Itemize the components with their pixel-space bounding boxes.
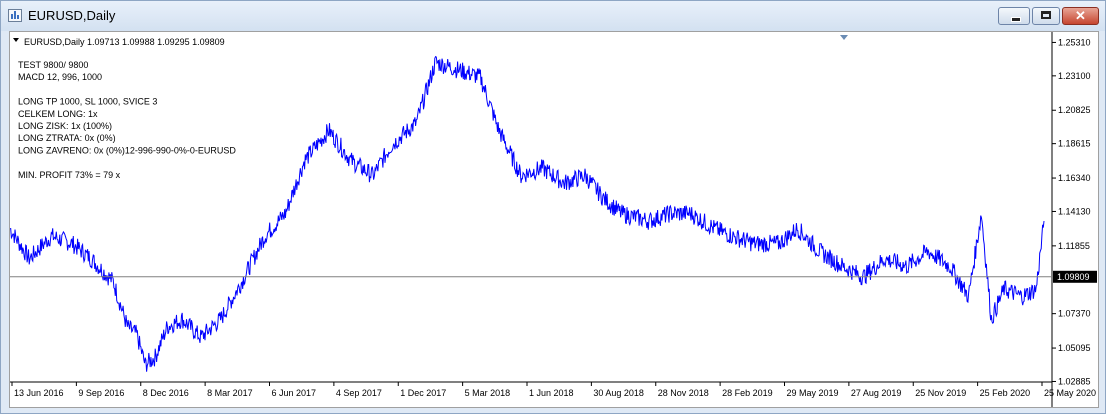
time-tick-label: 13 Jun 2016 xyxy=(14,388,64,398)
chart-shift-marker-icon[interactable] xyxy=(840,35,848,40)
time-tick-label: 5 Mar 2018 xyxy=(465,388,511,398)
info-line: MIN. PROFIT 73% = 79 x xyxy=(18,170,121,180)
close-icon: ✕ xyxy=(1075,8,1086,23)
info-panel: TEST 9800/ 9800 MACD 12, 996, 1000 LONG TP… xyxy=(18,60,236,180)
price-tick-label: 1.14130 xyxy=(1058,206,1091,216)
price-series xyxy=(10,55,1045,372)
price-line xyxy=(10,55,1045,372)
minimize-button[interactable] xyxy=(998,7,1030,25)
time-tick-label: 1 Dec 2017 xyxy=(400,388,446,398)
current-price-label: 1.09809 xyxy=(1057,272,1090,282)
window-title: EURUSD,Daily xyxy=(28,8,116,23)
chart-header: EURUSD,Daily 1.09713 1.09988 1.09295 1.0… xyxy=(24,37,225,47)
info-line: CELKEM LONG: 1x xyxy=(18,109,98,119)
time-tick-label: 6 Jun 2017 xyxy=(272,388,317,398)
time-tick-label: 29 May 2019 xyxy=(787,388,839,398)
current-price: 1.09809 xyxy=(10,270,1097,283)
price-tick-label: 1.11855 xyxy=(1058,241,1090,251)
info-line: TEST 9800/ 9800 xyxy=(18,60,88,70)
price-chart[interactable]: EURUSD,Daily 1.09713 1.09988 1.09295 1.0… xyxy=(9,31,1099,408)
close-button[interactable]: ✕ xyxy=(1062,7,1099,25)
time-tick-label: 8 Dec 2016 xyxy=(143,388,189,398)
chart-menu-arrow-icon[interactable] xyxy=(13,38,19,42)
chart-canvas[interactable]: EURUSD,Daily 1.09713 1.09988 1.09295 1.0… xyxy=(10,32,1098,407)
price-tick-label: 1.05095 xyxy=(1058,343,1091,353)
info-line: LONG ZISK: 1x (100%) xyxy=(18,121,112,131)
time-tick-label: 28 Nov 2018 xyxy=(658,388,709,398)
price-tick-label: 1.23100 xyxy=(1058,71,1091,81)
time-tick-label: 25 May 2020 xyxy=(1044,388,1096,398)
time-tick-label: 28 Feb 2019 xyxy=(722,388,773,398)
time-tick-label: 30 Aug 2018 xyxy=(593,388,644,398)
price-tick-label: 1.02885 xyxy=(1058,376,1091,386)
price-tick-label: 1.18615 xyxy=(1058,139,1091,149)
time-tick-label: 25 Nov 2019 xyxy=(915,388,966,398)
chart-window: EURUSD,Daily ✕ EURUSD,Daily 1.09713 1.09… xyxy=(0,0,1106,414)
price-tick-label: 1.16340 xyxy=(1058,173,1091,183)
info-line: LONG TP 1000, SL 1000, SVICE 3 xyxy=(18,97,157,107)
price-scale: 1.25310 1.23100 1.20825 1.18615 1.16340 1.141… xyxy=(1052,37,1091,386)
price-tick-label: 1.25310 xyxy=(1058,37,1091,47)
chart-window-icon xyxy=(8,9,22,22)
time-tick-label: 9 Sep 2016 xyxy=(78,388,124,398)
time-tick-label: 27 Aug 2019 xyxy=(851,388,902,398)
price-tick-label: 1.07370 xyxy=(1058,309,1091,319)
minimize-icon xyxy=(1011,17,1021,22)
info-line: MACD 12, 996, 1000 xyxy=(18,72,102,82)
info-line: LONG ZTRATA: 0x (0%) xyxy=(18,133,116,143)
time-tick-label: 1 Jun 2018 xyxy=(529,388,574,398)
time-scale: 13 Jun 2016 9 Sep 2016 8 Dec 2016 8 Mar 201… xyxy=(11,382,1096,398)
time-tick-label: 8 Mar 2017 xyxy=(207,388,253,398)
title-bar[interactable]: EURUSD,Daily ✕ xyxy=(1,1,1105,31)
time-tick-label: 4 Sep 2017 xyxy=(336,388,382,398)
maximize-button[interactable] xyxy=(1032,7,1060,25)
time-tick-label: 25 Feb 2020 xyxy=(980,388,1031,398)
maximize-icon xyxy=(1041,11,1051,19)
price-tick-label: 1.20825 xyxy=(1058,105,1091,115)
info-line: LONG ZAVRENO: 0x (0%)12-996-990-0%-0-EUR… xyxy=(18,145,236,155)
